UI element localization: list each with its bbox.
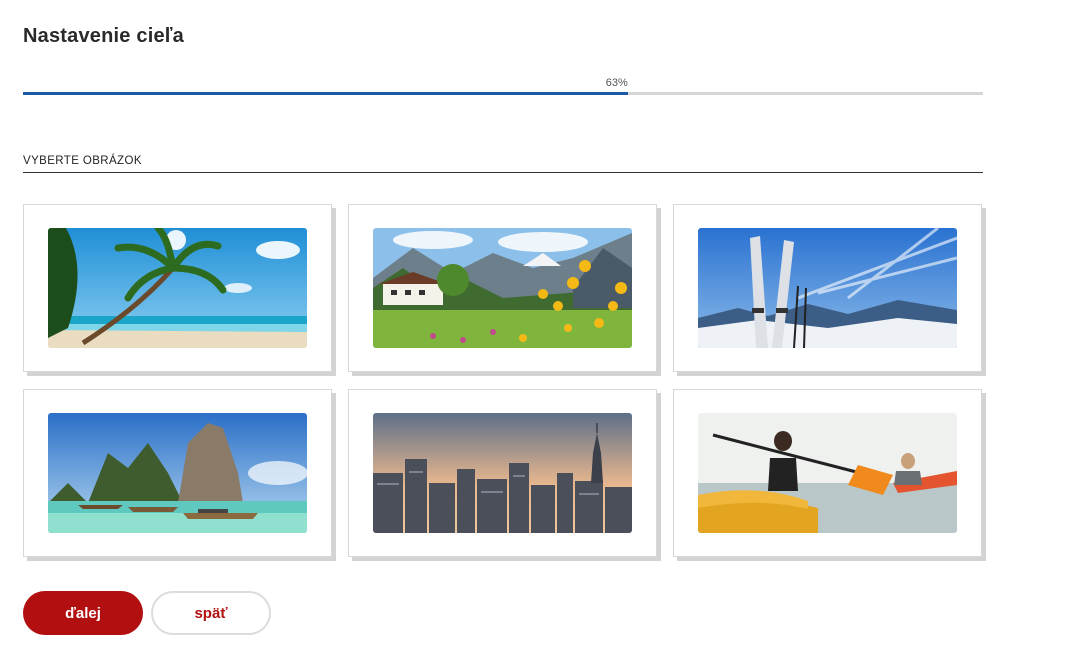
section-label: VYBERTE OBRÁZOK (23, 155, 142, 167)
image-card-islands[interactable] (23, 389, 332, 557)
beach-image (48, 228, 307, 348)
image-card-city[interactable] (348, 389, 657, 557)
progress-track (23, 92, 983, 95)
progress-fill (23, 92, 628, 95)
ski-image (698, 228, 957, 348)
kayak-image (698, 413, 957, 533)
image-card-ski[interactable] (673, 204, 982, 372)
next-button[interactable]: ďalej (23, 591, 143, 635)
section-divider (23, 172, 983, 173)
image-grid (23, 204, 983, 557)
city-image (373, 413, 632, 533)
image-card-beach[interactable] (23, 204, 332, 372)
meadow-image (373, 228, 632, 348)
progress-bar: 63% (23, 76, 983, 98)
progress-percentage: 63% (605, 77, 628, 89)
page-title: Nastavenie cieľa (23, 25, 185, 47)
image-card-meadow[interactable] (348, 204, 657, 372)
image-card-kayak[interactable] (673, 389, 982, 557)
islands-image (48, 413, 307, 533)
back-button[interactable]: späť (151, 591, 271, 635)
